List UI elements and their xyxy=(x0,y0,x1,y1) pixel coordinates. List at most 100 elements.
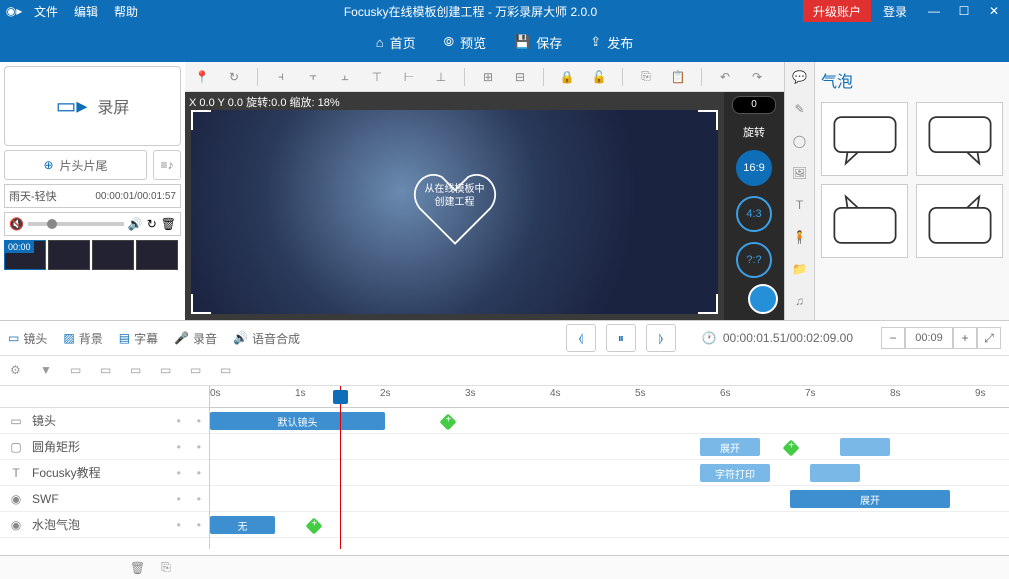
undo-icon[interactable]: ↶ xyxy=(716,68,734,86)
music-icon[interactable]: ♫ xyxy=(791,292,809,310)
menu-help[interactable]: 帮助 xyxy=(114,3,138,20)
next-frame-button[interactable]: ⦊ xyxy=(646,324,676,352)
bubble-3[interactable] xyxy=(821,184,908,258)
trash-icon[interactable]: 🗑 xyxy=(130,561,145,575)
tool-2-icon[interactable]: ▭ xyxy=(100,363,116,379)
minimize-button[interactable]: — xyxy=(919,4,949,18)
save-button[interactable]: 💾保存 xyxy=(514,33,562,52)
track-row[interactable]: 默认镜头 xyxy=(210,408,1009,434)
track-label[interactable]: ◉SWF•• xyxy=(0,486,209,512)
canvas[interactable]: 从在线模板中创建工程 xyxy=(191,110,718,314)
tool-4-icon[interactable]: ▭ xyxy=(160,363,176,379)
align-bottom-icon[interactable]: ⊥ xyxy=(432,68,450,86)
pause-button[interactable]: ⏸ xyxy=(606,324,636,352)
timeline-clip[interactable]: 展开 xyxy=(790,490,950,508)
folder-icon[interactable]: 📁 xyxy=(791,260,809,278)
track-label[interactable]: TFocusky教程•• xyxy=(0,460,209,486)
volume-icon[interactable]: 🔊 xyxy=(128,217,143,231)
chat-bubble-icon[interactable]: 💬 xyxy=(791,68,809,86)
subtitle-tab[interactable]: ▤字幕 xyxy=(119,330,158,347)
login-button[interactable]: 登录 xyxy=(871,3,919,20)
timeline-clip[interactable] xyxy=(810,464,860,482)
timeline-clip[interactable]: 默认镜头 xyxy=(210,412,385,430)
track-label[interactable]: ▢圆角矩形•• xyxy=(0,434,209,460)
keyframe[interactable] xyxy=(783,440,800,457)
tool-1-icon[interactable]: ▭ xyxy=(70,363,86,379)
pencil-icon[interactable]: ✎ xyxy=(791,100,809,118)
close-button[interactable]: ✕ xyxy=(979,4,1009,18)
ratio-4-3[interactable]: 4:3 xyxy=(736,196,772,232)
home-button[interactable]: ⌂首页 xyxy=(376,33,416,52)
menu-file[interactable]: 文件 xyxy=(34,3,58,20)
maximize-button[interactable]: ☐ xyxy=(949,4,979,18)
scene-thumb-2[interactable] xyxy=(48,240,90,270)
tts-tab[interactable]: 🔊语音合成 xyxy=(233,330,300,347)
track-label[interactable]: ▭镜头•• xyxy=(0,408,209,434)
group-icon[interactable]: ⊞ xyxy=(479,68,497,86)
volume-slider[interactable] xyxy=(28,222,124,226)
track-row[interactable]: 字符打印 xyxy=(210,460,1009,486)
lock-icon[interactable]: 🔒 xyxy=(558,68,576,86)
settings-icon[interactable]: ⚙ xyxy=(10,363,26,379)
track-row[interactable]: 展开 xyxy=(210,486,1009,512)
timeline-clip[interactable]: 展开 xyxy=(700,438,760,456)
zoom-in-button[interactable]: + xyxy=(953,327,977,349)
keyframe[interactable] xyxy=(306,518,323,535)
unlock-icon[interactable]: 🔓 xyxy=(590,68,608,86)
publish-button[interactable]: ⇪发布 xyxy=(590,33,633,52)
loop-icon[interactable]: ↻ xyxy=(147,217,157,231)
bubble-2[interactable] xyxy=(916,102,1003,176)
upgrade-button[interactable]: 升级账户 xyxy=(803,0,871,22)
redo-icon[interactable]: ↷ xyxy=(748,68,766,86)
preview-button[interactable]: ⦾预览 xyxy=(444,33,486,52)
keyframe[interactable] xyxy=(440,414,457,431)
image-icon[interactable]: 🖼 xyxy=(791,164,809,182)
align-top-icon[interactable]: ⊤ xyxy=(368,68,386,86)
head-tail-button[interactable]: ⊕片头片尾 xyxy=(4,150,147,180)
menu-edit[interactable]: 编辑 xyxy=(74,3,98,20)
person-icon[interactable]: 🧍 xyxy=(791,228,809,246)
track-row[interactable]: 无 xyxy=(210,512,1009,538)
ratio-custom[interactable]: ?:? xyxy=(736,242,772,278)
bg-tab[interactable]: ▨背景 xyxy=(63,330,102,347)
ungroup-icon[interactable]: ⊟ xyxy=(511,68,529,86)
duplicate-icon[interactable]: ⎘ xyxy=(161,560,171,575)
rotate-icon[interactable]: ↻ xyxy=(225,68,243,86)
align-center-icon[interactable]: ⫟ xyxy=(304,68,322,86)
mute-icon[interactable]: 🔇 xyxy=(9,217,24,231)
timeline-clip[interactable]: 无 xyxy=(210,516,275,534)
audio-track-name[interactable]: 雨天-轻快 00:00:01/00:01:57 xyxy=(4,184,181,208)
marker-icon[interactable]: 📍 xyxy=(193,68,211,86)
scene-thumb-3[interactable] xyxy=(92,240,134,270)
timeline-clip[interactable]: 字符打印 xyxy=(700,464,770,482)
shot-tab[interactable]: ▭镜头 xyxy=(8,330,47,347)
timeline-clip[interactable] xyxy=(840,438,890,456)
zoom-out-button[interactable]: − xyxy=(881,327,905,349)
shape-icon[interactable]: ◯ xyxy=(791,132,809,150)
align-middle-icon[interactable]: ⊢ xyxy=(400,68,418,86)
prev-frame-button[interactable]: ⦉ xyxy=(566,324,596,352)
tool-6-icon[interactable]: ▭ xyxy=(220,363,236,379)
paste-icon[interactable]: 📋 xyxy=(669,68,687,86)
scene-thumb-1[interactable]: 00:00 xyxy=(4,240,46,270)
bubble-4[interactable] xyxy=(916,184,1003,258)
copy-icon[interactable]: ⎘ xyxy=(637,68,655,86)
delete-audio-icon[interactable]: 🗑 xyxy=(161,217,176,231)
fit-button[interactable]: ⤢ xyxy=(977,327,1001,349)
tool-3-icon[interactable]: ▭ xyxy=(130,363,146,379)
ratio-16-9[interactable]: 16:9 xyxy=(736,150,772,186)
record-audio-tab[interactable]: 🎤录音 xyxy=(174,330,217,347)
record-button[interactable]: ▭▸ 录屏 xyxy=(4,66,181,146)
nav-circle[interactable] xyxy=(748,284,778,314)
playhead[interactable] xyxy=(340,386,341,549)
text-icon[interactable]: T xyxy=(791,196,809,214)
bubble-1[interactable] xyxy=(821,102,908,176)
list-button[interactable]: ≡♪ xyxy=(153,150,181,180)
track-row[interactable]: 展开 xyxy=(210,434,1009,460)
align-left-icon[interactable]: ⫞ xyxy=(272,68,290,86)
track-label[interactable]: ◉水泡气泡•• xyxy=(0,512,209,538)
filter-icon[interactable]: ▼ xyxy=(40,363,56,379)
tool-5-icon[interactable]: ▭ xyxy=(190,363,206,379)
rotate-input[interactable]: 0 xyxy=(732,96,776,114)
scene-thumb-4[interactable] xyxy=(136,240,178,270)
